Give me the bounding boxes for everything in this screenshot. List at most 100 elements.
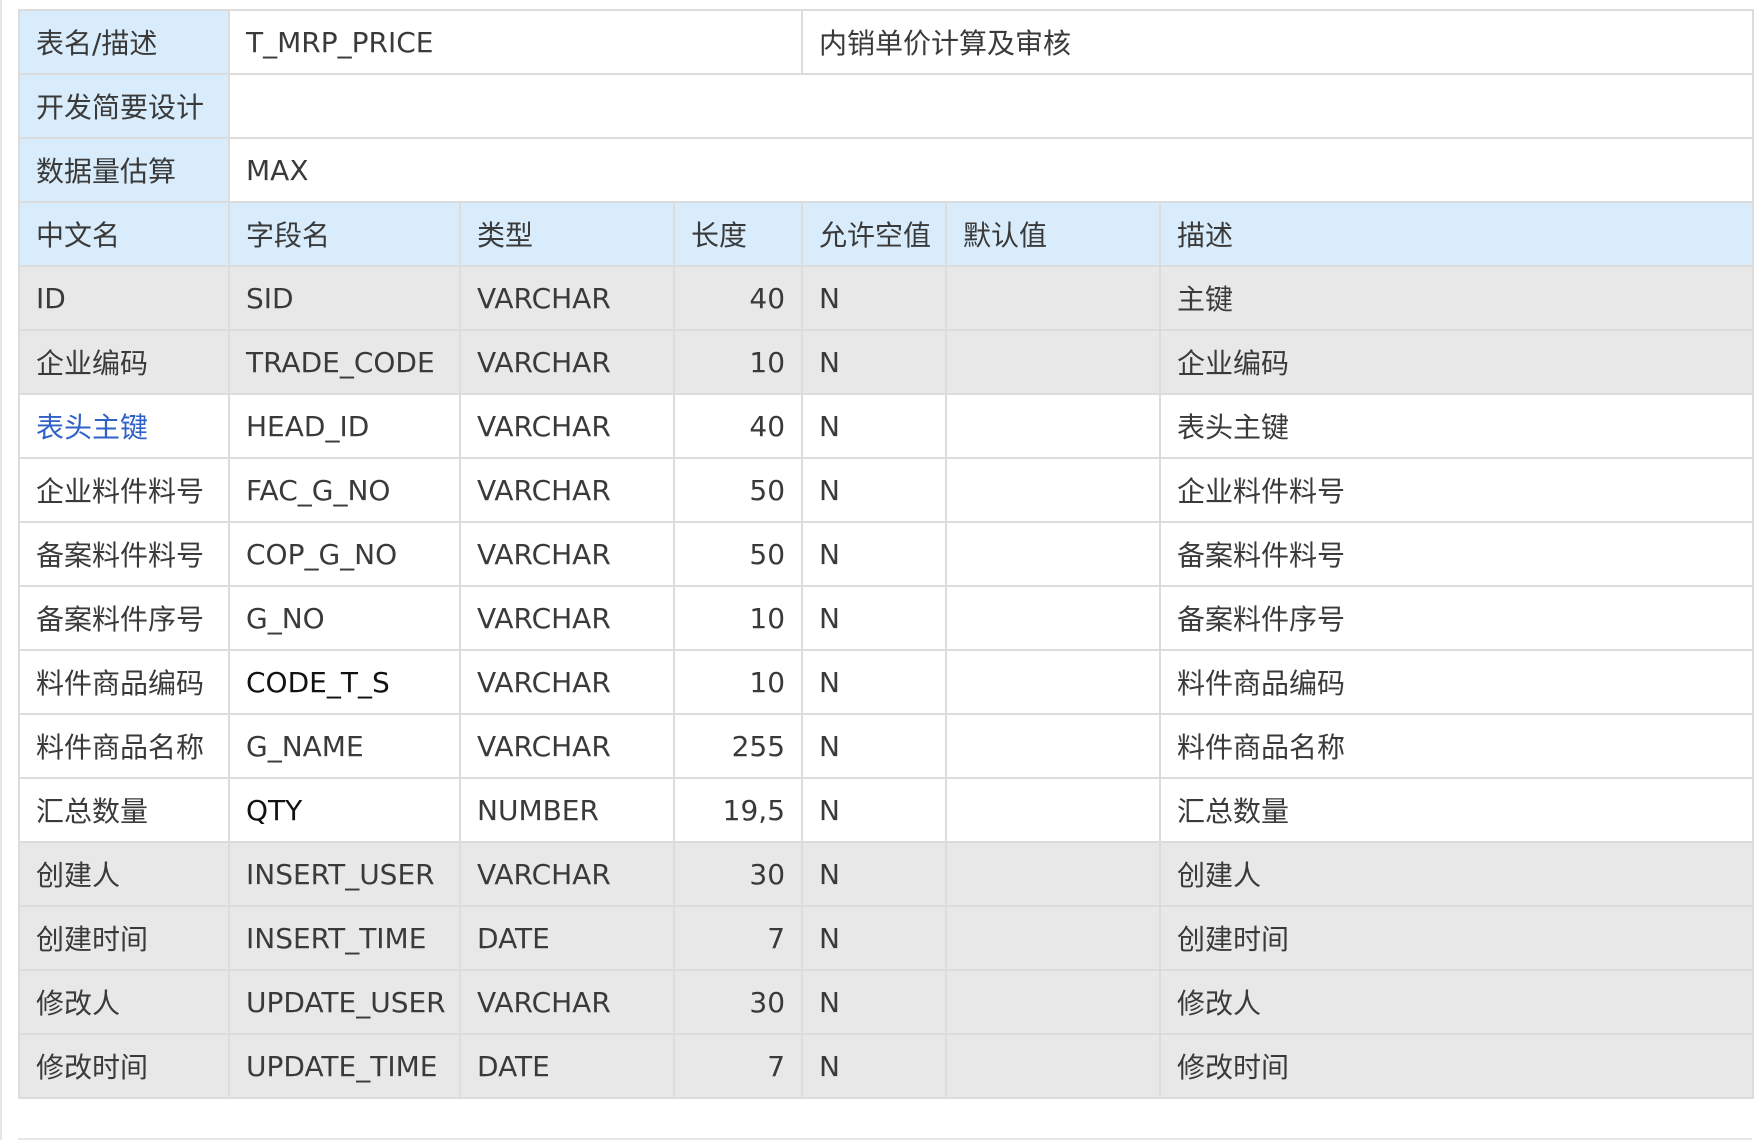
cell-default <box>945 713 1162 779</box>
cell-length: 30 <box>672 841 804 907</box>
cell-type: VARCHAR <box>459 841 675 907</box>
cell-nullable: N <box>801 265 948 331</box>
cell-type: VARCHAR <box>459 265 675 331</box>
cell-field-name: INSERT_USER <box>228 841 461 907</box>
volume-value: MAX <box>227 137 1755 203</box>
cell-description: 创建时间 <box>1159 905 1755 971</box>
cell-chinese-name: 备案料件序号 <box>18 585 230 651</box>
cell-description: 创建人 <box>1159 841 1755 907</box>
cell-type: VARCHAR <box>459 457 675 523</box>
cell-chinese-name: 创建人 <box>18 841 230 907</box>
table-row: 表头主键 HEAD_ID VARCHAR 40 N 表头主键 <box>18 393 1755 459</box>
cell-default <box>945 585 1162 651</box>
table-spec: 表名/描述 T_MRP_PRICE 内销单价计算及审核 开发简要设计 数据量估算… <box>18 9 1755 1099</box>
design-row: 开发简要设计 <box>18 73 1755 139</box>
cell-length: 40 <box>672 265 804 331</box>
cell-type: VARCHAR <box>459 521 675 587</box>
cell-field-name: QTY <box>228 777 461 843</box>
cell-field-name: INSERT_TIME <box>228 905 461 971</box>
cell-length: 10 <box>672 329 804 395</box>
cell-default <box>945 905 1162 971</box>
cell-default <box>945 777 1162 843</box>
cell-length: 7 <box>672 1033 804 1099</box>
cell-type: VARCHAR <box>459 969 675 1035</box>
cell-default <box>945 329 1162 395</box>
cell-description: 修改人 <box>1159 969 1755 1035</box>
cell-field-name: UPDATE_USER <box>228 969 461 1035</box>
cell-description: 料件商品编码 <box>1159 649 1755 715</box>
column-header: 允许空值 <box>801 201 948 267</box>
cell-chinese-name: ID <box>18 265 230 331</box>
cell-default <box>945 649 1162 715</box>
cell-length: 19,5 <box>672 777 804 843</box>
cell-default <box>945 841 1162 907</box>
cell-field-name: G_NAME <box>228 713 461 779</box>
table-row: 创建人 INSERT_USER VARCHAR 30 N 创建人 <box>18 841 1755 907</box>
cell-chinese-name: 料件商品名称 <box>18 713 230 779</box>
cell-default <box>945 457 1162 523</box>
cell-chinese-name: 修改人 <box>18 969 230 1035</box>
cell-length: 30 <box>672 969 804 1035</box>
cell-default <box>945 1033 1162 1099</box>
table-description: 内销单价计算及审核 <box>801 9 1755 75</box>
cell-description: 备案料件序号 <box>1159 585 1755 651</box>
cell-length: 10 <box>672 649 804 715</box>
cell-nullable: N <box>801 777 948 843</box>
cell-description: 料件商品名称 <box>1159 713 1755 779</box>
table-row: 修改人 UPDATE_USER VARCHAR 30 N 修改人 <box>18 969 1755 1035</box>
volume-row: 数据量估算 MAX <box>18 137 1755 203</box>
cell-field-name: UPDATE_TIME <box>228 1033 461 1099</box>
cell-chinese-name: 备案料件料号 <box>18 521 230 587</box>
cell-description: 主键 <box>1159 265 1755 331</box>
table-row: 汇总数量 QTY NUMBER 19,5 N 汇总数量 <box>18 777 1755 843</box>
table-row: 企业料件料号 FAC_G_NO VARCHAR 50 N 企业料件料号 <box>18 457 1755 523</box>
cell-nullable: N <box>801 457 948 523</box>
table-row: ID SID VARCHAR 40 N 主键 <box>18 265 1755 331</box>
cell-nullable: N <box>801 841 948 907</box>
table-row: 创建时间 INSERT_TIME DATE 7 N 创建时间 <box>18 905 1755 971</box>
cell-description: 企业编码 <box>1159 329 1755 395</box>
column-header: 中文名 <box>18 201 230 267</box>
cell-nullable: N <box>801 969 948 1035</box>
cell-chinese-name[interactable]: 表头主键 <box>18 393 230 459</box>
column-header-row: 中文名 字段名 类型 长度 允许空值 默认值 描述 <box>18 201 1755 267</box>
design-label: 开发简要设计 <box>18 73 230 139</box>
cell-chinese-name: 汇总数量 <box>18 777 230 843</box>
cell-default <box>945 393 1162 459</box>
cell-type: DATE <box>459 905 675 971</box>
table-row: 备案料件料号 COP_G_NO VARCHAR 50 N 备案料件料号 <box>18 521 1755 587</box>
cell-length: 7 <box>672 905 804 971</box>
cell-field-name: TRADE_CODE <box>228 329 461 395</box>
cell-nullable: N <box>801 649 948 715</box>
cell-field-name: CODE_T_S <box>228 649 461 715</box>
cell-description: 备案料件料号 <box>1159 521 1755 587</box>
cell-chinese-name: 修改时间 <box>18 1033 230 1099</box>
column-header: 描述 <box>1159 201 1755 267</box>
cell-type: VARCHAR <box>459 585 675 651</box>
cell-description: 汇总数量 <box>1159 777 1755 843</box>
column-header: 长度 <box>672 201 804 267</box>
column-header: 默认值 <box>945 201 1162 267</box>
cell-chinese-name: 料件商品编码 <box>18 649 230 715</box>
cell-field-name: FAC_G_NO <box>228 457 461 523</box>
cell-nullable: N <box>801 521 948 587</box>
cell-field-name: G_NO <box>228 585 461 651</box>
design-value <box>227 73 1755 139</box>
volume-label: 数据量估算 <box>18 137 230 203</box>
table-row: 料件商品编码 CODE_T_S VARCHAR 10 N 料件商品编码 <box>18 649 1755 715</box>
cell-length: 255 <box>672 713 804 779</box>
cell-type: VARCHAR <box>459 713 675 779</box>
cell-field-name: HEAD_ID <box>228 393 461 459</box>
cell-field-name: SID <box>228 265 461 331</box>
table-row: 备案料件序号 G_NO VARCHAR 10 N 备案料件序号 <box>18 585 1755 651</box>
column-header: 类型 <box>459 201 675 267</box>
cell-nullable: N <box>801 585 948 651</box>
cell-type: VARCHAR <box>459 393 675 459</box>
cell-type: NUMBER <box>459 777 675 843</box>
table-row: 企业编码 TRADE_CODE VARCHAR 10 N 企业编码 <box>18 329 1755 395</box>
cell-nullable: N <box>801 1033 948 1099</box>
cell-description: 企业料件料号 <box>1159 457 1755 523</box>
cell-length: 10 <box>672 585 804 651</box>
cell-default <box>945 521 1162 587</box>
cell-length: 50 <box>672 457 804 523</box>
